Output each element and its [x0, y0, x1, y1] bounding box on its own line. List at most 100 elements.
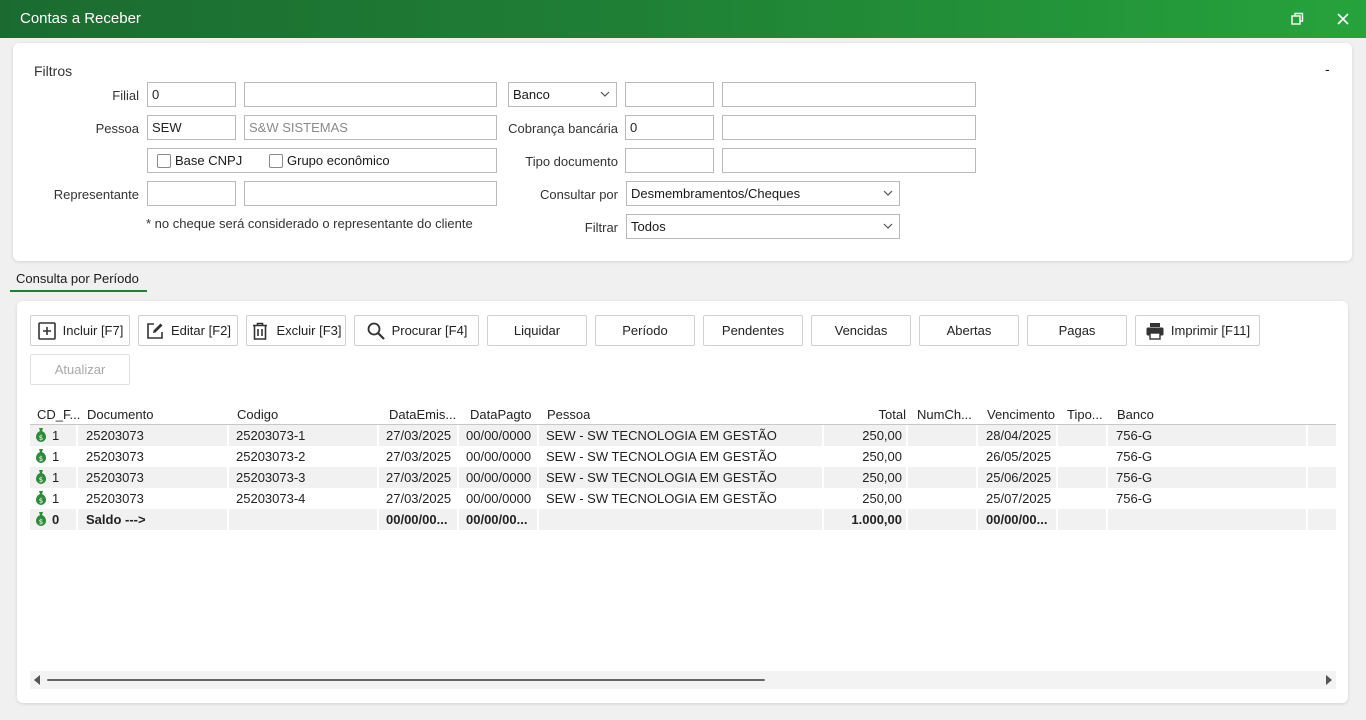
- cell-divider: [1106, 488, 1108, 509]
- column-header-banco[interactable]: Banco: [1117, 407, 1154, 422]
- filial-label: Filial: [112, 88, 139, 103]
- cell-divider: [1106, 446, 1108, 467]
- filtrar-select[interactable]: Todos: [626, 214, 900, 239]
- tipo-documento-code-field[interactable]: [625, 148, 714, 173]
- table-row[interactable]: $1 25203073 25203073-2 27/03/2025 00/00/0000…: [30, 446, 1336, 467]
- chevron-down-icon: [883, 223, 893, 229]
- pendentes-button[interactable]: Pendentes: [703, 315, 803, 346]
- cell-divider: [976, 425, 978, 446]
- cell-pagto: 00/00/0000: [466, 491, 532, 506]
- periodo-button[interactable]: Período: [595, 315, 695, 346]
- representante-code-field[interactable]: [147, 181, 236, 206]
- cell-divider: [1106, 467, 1108, 488]
- abertas-button[interactable]: Abertas: [919, 315, 1019, 346]
- banco-select-value: Banco: [513, 87, 550, 102]
- cell-divider: [377, 467, 379, 488]
- scroll-right-icon[interactable]: [1326, 675, 1332, 685]
- cell-divider: [227, 467, 229, 488]
- column-header-pessoa[interactable]: Pessoa: [547, 407, 590, 422]
- cell-pagto: 00/00/0000: [466, 449, 532, 464]
- cell-documento: 25203073: [86, 449, 144, 464]
- imprimir-button[interactable]: Imprimir [F11]: [1135, 315, 1260, 346]
- svg-text:$: $: [39, 518, 43, 526]
- window-title: Contas a Receber: [20, 10, 141, 27]
- column-header-num-cheque[interactable]: NumCh...: [917, 407, 977, 422]
- cell-codigo: 25203073-4: [236, 491, 306, 506]
- tipo-documento-name-field[interactable]: [722, 148, 976, 173]
- banco-code-field[interactable]: [625, 82, 714, 107]
- filial-code-field[interactable]: [147, 82, 236, 107]
- liquidar-button[interactable]: Liquidar: [487, 315, 587, 346]
- grid-body: $1 25203073 25203073-1 27/03/2025 00/00/0000…: [30, 425, 1336, 530]
- cell-divider: [377, 446, 379, 467]
- cobranca-name-field[interactable]: [722, 115, 976, 140]
- table-row[interactable]: $1 25203073 25203073-3 27/03/2025 00/00/0000…: [30, 467, 1336, 488]
- cell-banco: 756-G: [1116, 428, 1153, 443]
- horizontal-scrollbar[interactable]: [30, 671, 1336, 689]
- cell-codigo: 25203073-2: [236, 449, 306, 464]
- cell-total: 250,00: [862, 470, 902, 485]
- pagas-button[interactable]: Pagas: [1027, 315, 1127, 346]
- cell-divider: [76, 488, 78, 509]
- scrollbar-thumb[interactable]: [47, 679, 765, 681]
- vencidas-button[interactable]: Vencidas: [811, 315, 911, 346]
- column-header-data-pagto[interactable]: DataPagto: [470, 407, 531, 422]
- representante-label: Representante: [53, 187, 139, 202]
- restore-icon[interactable]: [1287, 10, 1307, 28]
- table-row-total[interactable]: $0 Saldo ---> 00/00/00... 00/00/00... 1.000,…: [30, 509, 1336, 530]
- cobranca-label: Cobrança bancária: [508, 121, 618, 136]
- grid-header: CD_F... Documento Codigo DataEmis... Dat…: [30, 403, 1336, 425]
- base-cnpj-checkbox[interactable]: Base CNPJ: [157, 153, 242, 168]
- filial-name-field[interactable]: [244, 82, 497, 107]
- incluir-button[interactable]: Incluir [F7]: [30, 315, 130, 346]
- column-header-total[interactable]: Total: [852, 407, 906, 422]
- cell-emissao: 27/03/2025: [386, 449, 452, 464]
- procurar-button[interactable]: Procurar [F4]: [354, 315, 479, 346]
- atualizar-button[interactable]: Atualizar: [30, 354, 130, 385]
- scroll-left-icon[interactable]: [34, 675, 40, 685]
- close-icon[interactable]: [1332, 9, 1354, 29]
- cell-divider: [1306, 467, 1308, 488]
- cell-cd: 1: [52, 449, 60, 464]
- banco-select[interactable]: Banco: [508, 82, 617, 107]
- cell-divider: [906, 446, 908, 467]
- table-row[interactable]: $1 25203073 25203073-4 27/03/2025 00/00/0000…: [30, 488, 1336, 509]
- column-header-vencimento[interactable]: Vencimento: [987, 407, 1055, 422]
- tipo-documento-label: Tipo documento: [525, 154, 618, 169]
- cell-divider: [906, 425, 908, 446]
- cobranca-code-field[interactable]: [625, 115, 714, 140]
- trash-icon: [253, 322, 268, 340]
- cell-banco: 756-G: [1116, 470, 1153, 485]
- cell-emissao: 00/00/00...: [386, 512, 448, 527]
- representante-name-field[interactable]: [244, 181, 497, 206]
- grupo-economico-checkbox[interactable]: Grupo econômico: [269, 153, 390, 168]
- main-panel: Incluir [F7] Editar [F2] Excluir [F3] Pr…: [17, 301, 1348, 703]
- pessoa-code-field[interactable]: [147, 115, 236, 140]
- collapse-filters-button[interactable]: -: [1325, 61, 1330, 77]
- pessoa-name-field[interactable]: [244, 115, 497, 140]
- cell-pessoa: SEW - SW TECNOLOGIA EM GESTÃO: [546, 449, 777, 464]
- chevron-down-icon: [600, 91, 610, 97]
- svg-text:$: $: [39, 455, 43, 463]
- cell-documento: 25203073: [86, 491, 144, 506]
- editar-button[interactable]: Editar [F2]: [138, 315, 238, 346]
- column-header-data-emissao[interactable]: DataEmis...: [389, 407, 459, 422]
- column-header-documento[interactable]: Documento: [87, 407, 153, 422]
- column-header-tipo[interactable]: Tipo...: [1067, 407, 1109, 422]
- table-row[interactable]: $1 25203073 25203073-1 27/03/2025 00/00/0000…: [30, 425, 1336, 446]
- cell-codigo: 25203073-1: [236, 428, 306, 443]
- excluir-button[interactable]: Excluir [F3]: [246, 315, 346, 346]
- consultar-por-select[interactable]: Desmembramentos/Cheques: [626, 181, 900, 206]
- banco-name-field[interactable]: [722, 82, 976, 107]
- column-header-codigo[interactable]: Codigo: [237, 407, 278, 422]
- cell-divider: [976, 509, 978, 530]
- svg-text:$: $: [39, 476, 43, 484]
- cell-divider: [377, 488, 379, 509]
- cell-cd: 1: [52, 491, 60, 506]
- column-header-cd-f[interactable]: CD_F...: [37, 407, 81, 422]
- svg-text:$: $: [39, 497, 43, 505]
- incluir-label: Incluir [F7]: [62, 323, 124, 338]
- cell-emissao: 27/03/2025: [386, 470, 452, 485]
- cell-divider: [1106, 509, 1108, 530]
- tab-consulta-por-periodo[interactable]: Consulta por Período: [10, 268, 147, 292]
